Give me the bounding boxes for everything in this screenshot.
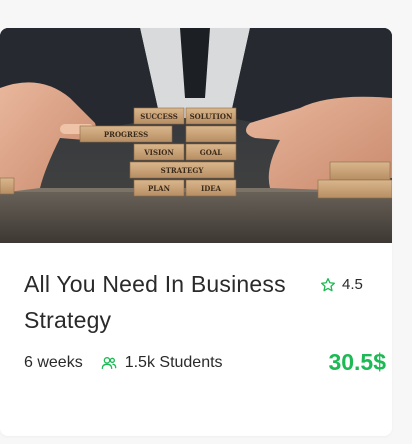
block-success: SUCCESS bbox=[140, 112, 178, 121]
course-price: 30.5$ bbox=[328, 349, 386, 375]
block-progress: PROGRESS bbox=[104, 130, 148, 139]
course-students: 1.5k Students bbox=[101, 354, 223, 372]
rating-value: 4.5 bbox=[342, 276, 363, 293]
users-icon bbox=[101, 356, 117, 370]
students-count: 1.5k Students bbox=[124, 354, 223, 371]
course-title[interactable]: All You Need In Business Strategy bbox=[24, 266, 324, 338]
block-strategy: STRATEGY bbox=[161, 166, 205, 175]
course-thumbnail[interactable]: SUCCESS SOLUTION PROGRESS VISION GOAL ST… bbox=[0, 28, 392, 243]
course-meta: 6 weeks 1.5k Students bbox=[24, 354, 223, 372]
block-solution: SOLUTION bbox=[190, 112, 233, 121]
block-idea: IDEA bbox=[201, 184, 222, 193]
block-plan: PLAN bbox=[148, 184, 171, 193]
course-duration: 6 weeks bbox=[24, 354, 83, 371]
block-goal: GOAL bbox=[200, 148, 223, 157]
block-vision: VISION bbox=[143, 148, 174, 157]
star-outline-icon bbox=[320, 277, 336, 293]
course-rating: 4.5 bbox=[320, 276, 363, 293]
